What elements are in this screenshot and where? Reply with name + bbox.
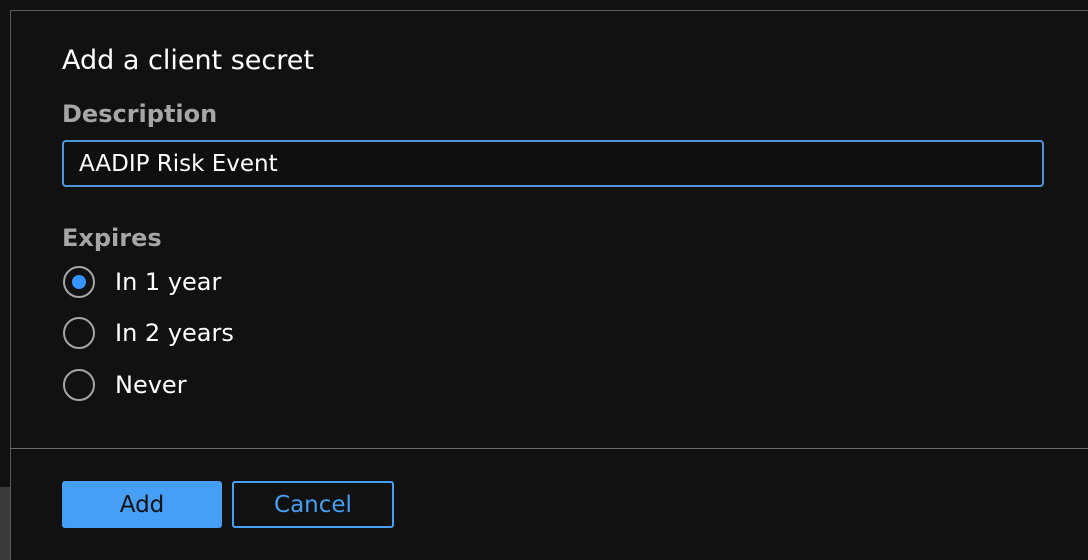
- dialog-content: Add a client secret Description Expires …: [62, 11, 1088, 449]
- left-edge-gray: [0, 487, 10, 560]
- description-input[interactable]: [62, 140, 1044, 187]
- add-client-secret-dialog: Add a client secret Description Expires …: [10, 10, 1088, 560]
- radio-unchecked-icon[interactable]: [63, 317, 95, 349]
- cancel-button[interactable]: Cancel: [232, 481, 394, 528]
- expires-option-label: In 2 years: [115, 319, 234, 347]
- radio-checked-icon[interactable]: [63, 266, 95, 298]
- left-edge: [0, 0, 10, 560]
- expires-option-label: Never: [115, 371, 187, 399]
- expires-option-never[interactable]: Never: [63, 366, 187, 404]
- footer-divider: [11, 448, 1088, 449]
- radio-unchecked-icon[interactable]: [63, 369, 95, 401]
- dialog-title: Add a client secret: [62, 45, 314, 76]
- expires-option-label: In 1 year: [115, 268, 222, 296]
- description-label: Description: [62, 100, 218, 128]
- expires-label: Expires: [62, 224, 162, 252]
- add-button[interactable]: Add: [62, 481, 222, 528]
- expires-option-2-years[interactable]: In 2 years: [63, 314, 234, 352]
- expires-option-1-year[interactable]: In 1 year: [63, 263, 221, 301]
